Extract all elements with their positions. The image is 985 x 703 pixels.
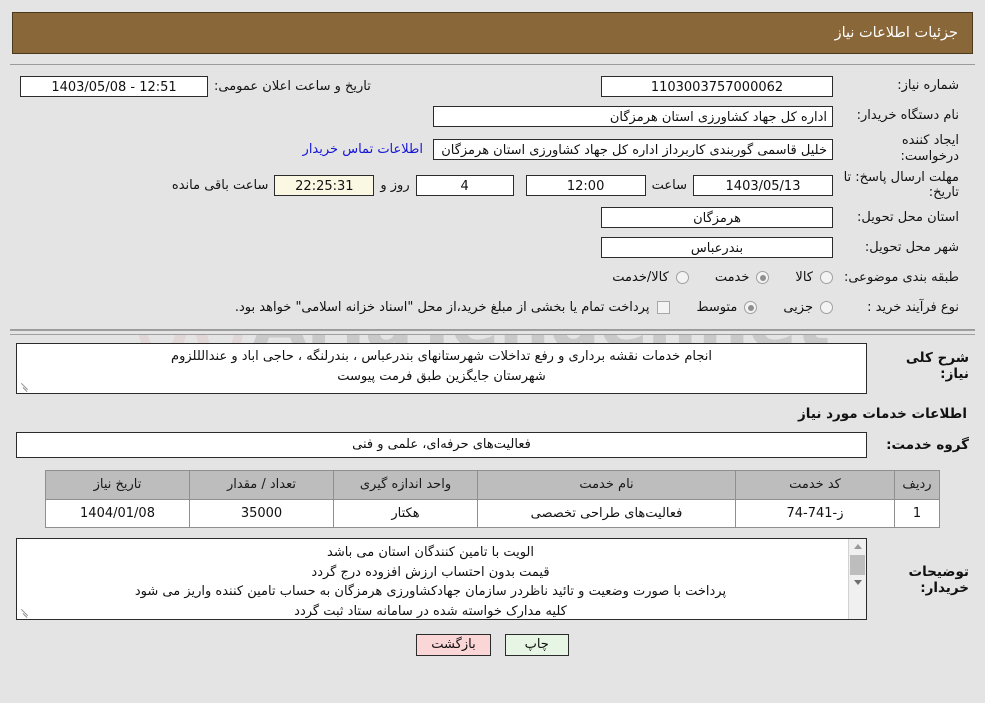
table-row: 1 ز-741-74 فعالیت‌های طراحی تخصصی هکتار …	[45, 498, 940, 528]
row-process-type: نوع فرآیند خرید : جزیی متوسط پرداخت تمام…	[10, 293, 975, 323]
page-header: جزئیات اطلاعات نیاز	[12, 12, 973, 54]
service-group-label: گروه خدمت:	[886, 436, 969, 453]
province-value: هرمزگان	[601, 207, 833, 229]
treasury-docs-checkbox[interactable]	[657, 301, 671, 315]
description-line-1: انجام خدمات نقشه برداری و رفع تداخلات شه…	[171, 348, 712, 364]
notes-line-4: کلیه مدارک خواسته شده در سامانه ستاد ثبت…	[294, 604, 567, 619]
need-number-value: 1103003757000062	[601, 75, 833, 97]
cell-need-date: 1404/01/08	[45, 498, 190, 528]
radio-label: متوسط	[696, 300, 738, 316]
footer-actions: چاپ بازگشت	[0, 633, 985, 656]
row-classification: طبقه بندی موضوعی: کالا خدمت کالا/خدمت	[10, 263, 975, 293]
radio-classification-kala[interactable]: کالا	[795, 270, 833, 285]
cell-service-code: ز-741-74	[735, 498, 895, 528]
general-description: شرح کلی نیاز: انجام خدمات نقشه برداری و …	[10, 342, 975, 394]
radio-icon[interactable]	[744, 301, 758, 315]
radio-label: خدمت	[714, 270, 750, 286]
col-radif: ردیف	[894, 469, 940, 500]
general-description-label: شرح کلی نیاز:	[905, 349, 969, 382]
request-creator-label: ایجاد کننده درخواست:	[900, 133, 959, 165]
buyer-notes-label: توضیحات خریدار:	[908, 563, 969, 596]
radio-classification-khedmat[interactable]: خدمت	[715, 270, 770, 285]
services-table-wrapper: ردیف کد خدمت نام خدمت واحد اندازه گیری ت…	[45, 469, 940, 528]
row-deadline: مهلت ارسال پاسخ: تا تاریخ: 1403/05/13 سا…	[10, 168, 975, 203]
radio-label: کالا/خدمت	[612, 270, 669, 286]
public-announce-label: تاریخ و ساعت اعلان عمومی:	[214, 78, 371, 94]
need-info-panel: شماره نیاز: 1103003757000062 تاریخ و ساع…	[10, 64, 975, 330]
city-value: بندرعباس	[601, 237, 833, 259]
buyer-org-value: اداره کل جهاد کشاورزی استان هرمزگان	[433, 105, 833, 127]
radio-icon[interactable]	[675, 271, 689, 285]
row-buyer-org: نام دستگاه خریدار: اداره کل جهاد کشاورزی…	[10, 101, 975, 131]
classification-label: طبقه بندی موضوعی:	[843, 269, 959, 285]
cell-service-name: فعالیت‌های طراحی تخصصی	[477, 498, 736, 528]
buyer-contact-link[interactable]: اطلاعات تماس خریدار	[293, 142, 433, 157]
province-label: استان محل تحویل:	[857, 209, 959, 225]
radio-process-jozei[interactable]: جزیی	[783, 300, 833, 315]
deadline-date-value: 1403/05/13	[693, 174, 833, 196]
resize-grip-icon[interactable]	[19, 607, 30, 618]
deadline-time-label: ساعت	[651, 177, 687, 193]
row-request-creator: ایجاد کننده درخواست: خلیل قاسمی گوربندی …	[10, 131, 975, 168]
buyer-notes: توضیحات خریدار: الویت با تامین کنندگان ا…	[10, 537, 975, 620]
col-service-name: نام خدمت	[477, 469, 736, 500]
section-divider	[10, 329, 975, 335]
radio-label: کالا	[795, 270, 813, 286]
need-number-label: شماره نیاز:	[897, 77, 959, 93]
public-announce-value: 12:51 - 1403/05/08	[20, 75, 208, 97]
notes-line-2: قیمت بدون احتساب ارزش افزوده درج گردد	[311, 564, 550, 580]
col-need-date: تاریخ نیاز	[45, 469, 190, 500]
row-province: استان محل تحویل: هرمزگان	[10, 203, 975, 233]
row-need-number: شماره نیاز: 1103003757000062 تاریخ و ساع…	[10, 71, 975, 101]
notes-line-1: الویت با تامین کنندگان استان می باشد	[327, 544, 534, 560]
radio-process-motevaset[interactable]: متوسط	[696, 300, 758, 316]
service-group-row: گروه خدمت: فعالیت‌های حرفه‌ای، علمی و فن…	[10, 431, 975, 458]
print-button[interactable]: چاپ	[504, 633, 569, 656]
description-line-2: شهرستان جایگزین طبق فرمت پیوست	[337, 368, 546, 384]
remaining-days-value: 4	[415, 174, 514, 196]
table-header-row: ردیف کد خدمت نام خدمت واحد اندازه گیری ت…	[45, 469, 940, 500]
col-unit: واحد اندازه گیری	[333, 469, 478, 500]
remaining-clock-value: 22:25:31	[274, 174, 375, 196]
notes-line-3: پرداخت با صورت وضعیت و تائید ناظردر سازم…	[134, 584, 727, 600]
row-city: شهر محل تحویل: بندرعباس	[10, 233, 975, 263]
radio-icon[interactable]	[820, 271, 833, 285]
services-section-heading: اطلاعات خدمات مورد نیاز	[797, 405, 967, 422]
cell-quantity: 35000	[189, 498, 334, 528]
radio-icon[interactable]	[820, 301, 833, 315]
buyer-notes-box[interactable]: الویت با تامین کنندگان استان می باشد قیم…	[16, 537, 867, 620]
services-table: ردیف کد خدمت نام خدمت واحد اندازه گیری ت…	[45, 469, 940, 528]
col-service-code: کد خدمت	[735, 469, 895, 500]
cell-radif: 1	[894, 498, 940, 528]
process-type-label: نوع فرآیند خرید :	[867, 299, 959, 315]
scroll-up-icon[interactable]	[849, 538, 866, 554]
notes-scrollbar[interactable]	[848, 538, 866, 619]
resize-grip-icon[interactable]	[19, 381, 30, 392]
cell-unit: هکتار	[333, 498, 478, 528]
request-creator-value: خلیل قاسمی گوربندی کاربرداز اداره کل جها…	[433, 138, 833, 160]
radio-classification-kala-khedmat[interactable]: کالا/خدمت	[612, 270, 689, 285]
scrollbar-thumb[interactable]	[850, 554, 865, 575]
radio-icon[interactable]	[756, 271, 770, 285]
remaining-days-suffix: روز و	[380, 177, 410, 193]
city-label: شهر محل تحویل:	[864, 239, 959, 255]
scroll-down-icon[interactable]	[849, 574, 866, 590]
service-group-value: فعالیت‌های حرفه‌ای، علمی و فنی	[16, 431, 867, 458]
deadline-label: مهلت ارسال پاسخ: تا تاریخ:	[843, 169, 959, 201]
deadline-time-value: 12:00	[525, 174, 646, 196]
page-title: جزئیات اطلاعات نیاز	[834, 25, 958, 41]
treasury-docs-note: پرداخت تمام یا بخشی از مبلغ خرید،از محل …	[234, 300, 650, 316]
general-description-box[interactable]: انجام خدمات نقشه برداری و رفع تداخلات شه…	[16, 342, 867, 394]
remaining-suffix-label: ساعت باقی مانده	[171, 177, 269, 193]
buyer-notes-text[interactable]: الویت با تامین کنندگان استان می باشد قیم…	[17, 539, 848, 619]
back-button[interactable]: بازگشت	[416, 633, 491, 656]
col-quantity: تعداد / مقدار	[189, 469, 334, 500]
radio-label: جزیی	[783, 300, 813, 316]
buyer-org-label: نام دستگاه خریدار:	[856, 107, 959, 123]
